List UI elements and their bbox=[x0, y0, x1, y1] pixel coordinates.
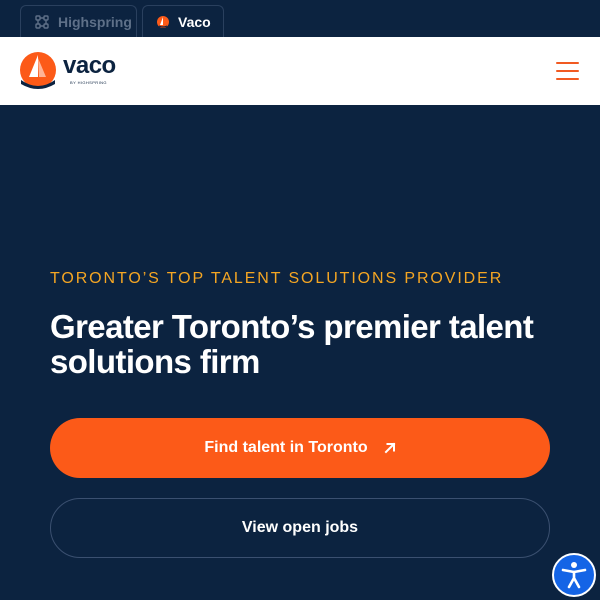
site-header: vaco BY HIGHSPRING bbox=[0, 37, 600, 105]
tab-vaco[interactable]: Vaco bbox=[142, 5, 224, 37]
hamburger-menu-icon[interactable] bbox=[552, 59, 582, 83]
hero-headline: Greater Toronto’s premier talent solutio… bbox=[50, 308, 534, 380]
view-open-jobs-button[interactable]: View open jobs bbox=[50, 498, 550, 558]
highspring-logo-icon bbox=[35, 14, 49, 29]
logo-wordmark: vaco bbox=[63, 52, 116, 79]
tab-highspring[interactable]: Highspring bbox=[20, 5, 137, 37]
vaco-logo-mark-icon bbox=[20, 52, 56, 89]
accessibility-button[interactable] bbox=[552, 553, 596, 597]
find-talent-button[interactable]: Find talent in Toronto bbox=[50, 418, 550, 478]
vaco-logo-icon bbox=[157, 15, 169, 28]
vaco-logo[interactable]: vaco BY HIGHSPRING bbox=[19, 52, 116, 90]
tab-vaco-label: Vaco bbox=[178, 13, 211, 30]
view-open-jobs-button-label: View open jobs bbox=[241, 519, 359, 536]
hero-eyebrow: TORONTO’S TOP TALENT SOLUTIONS PROVIDER bbox=[50, 270, 504, 287]
arrow-up-right-icon bbox=[384, 442, 396, 454]
find-talent-button-label: Find talent in Toronto bbox=[204, 439, 368, 456]
brand-switcher-bar: Highspring Vaco bbox=[0, 0, 600, 37]
accessibility-icon bbox=[561, 562, 587, 589]
logo-subtext: BY HIGHSPRING bbox=[70, 80, 107, 85]
tab-highspring-label: Highspring bbox=[58, 13, 132, 30]
